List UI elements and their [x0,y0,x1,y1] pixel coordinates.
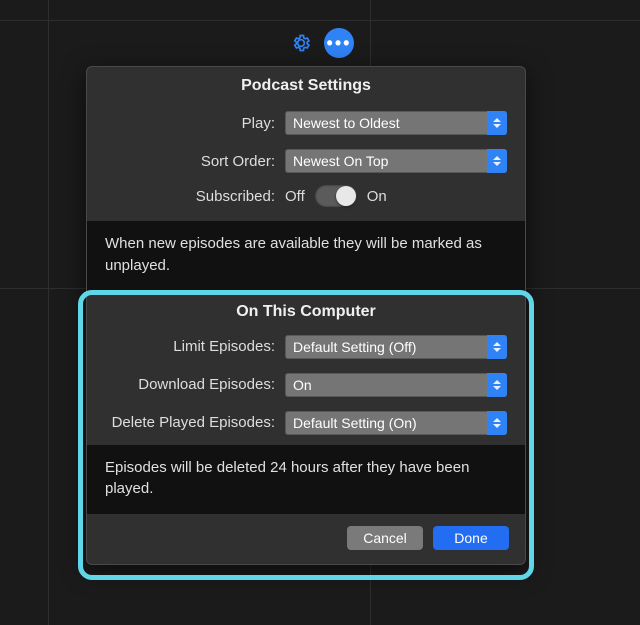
limit-label: Limit Episodes: [105,338,285,355]
chevron-updown-icon [487,335,507,359]
settings-gear-button[interactable] [286,28,316,58]
dialog-button-row: Cancel Done [87,514,525,564]
subscribed-off-label: Off [285,188,305,205]
delete-label: Delete Played Episodes: [105,414,285,431]
section-on-this-computer-title: On This Computer [87,291,525,331]
limit-episodes-row: Limit Episodes: Default Setting (Off) [87,331,525,369]
subscribed-row: Subscribed: Off On [87,183,525,221]
chevron-updown-icon [487,373,507,397]
subscribed-toggle[interactable] [315,185,357,207]
chevron-updown-icon [487,149,507,173]
cancel-button[interactable]: Cancel [347,526,423,550]
gear-icon [291,33,311,53]
limit-episodes-select[interactable]: Default Setting (Off) [285,335,507,359]
download-episodes-value: On [293,377,312,393]
delete-note: Episodes will be deleted 24 hours after … [87,445,525,515]
toggle-knob [336,186,356,206]
download-label: Download Episodes: [105,376,285,393]
subscribed-label: Subscribed: [105,188,285,205]
sort-order-select[interactable]: Newest On Top [285,149,507,173]
chevron-updown-icon [487,411,507,435]
chevron-updown-icon [487,111,507,135]
subscribed-on-label: On [367,188,387,205]
download-episodes-select[interactable]: On [285,373,507,397]
play-order-select[interactable]: Newest to Oldest [285,111,507,135]
download-episodes-row: Download Episodes: On [87,369,525,407]
sort-order-value: Newest On Top [293,153,388,169]
delete-played-value: Default Setting (On) [293,415,417,431]
podcast-settings-popover: Podcast Settings Play: Newest to Oldest … [86,66,526,565]
more-options-button[interactable]: ••• [324,28,354,58]
header-icon-bar: ••• [0,28,640,58]
ellipsis-icon: ••• [327,34,352,52]
delete-played-select[interactable]: Default Setting (On) [285,411,507,435]
done-button[interactable]: Done [433,526,509,550]
sort-order-row: Sort Order: Newest On Top [87,145,525,183]
sort-label: Sort Order: [105,153,285,170]
limit-episodes-value: Default Setting (Off) [293,339,416,355]
play-order-row: Play: Newest to Oldest [87,107,525,145]
play-label: Play: [105,115,285,132]
unplayed-note: When new episodes are available they wil… [87,221,525,291]
play-order-value: Newest to Oldest [293,115,400,131]
panel-title: Podcast Settings [87,67,525,107]
delete-played-row: Delete Played Episodes: Default Setting … [87,407,525,445]
